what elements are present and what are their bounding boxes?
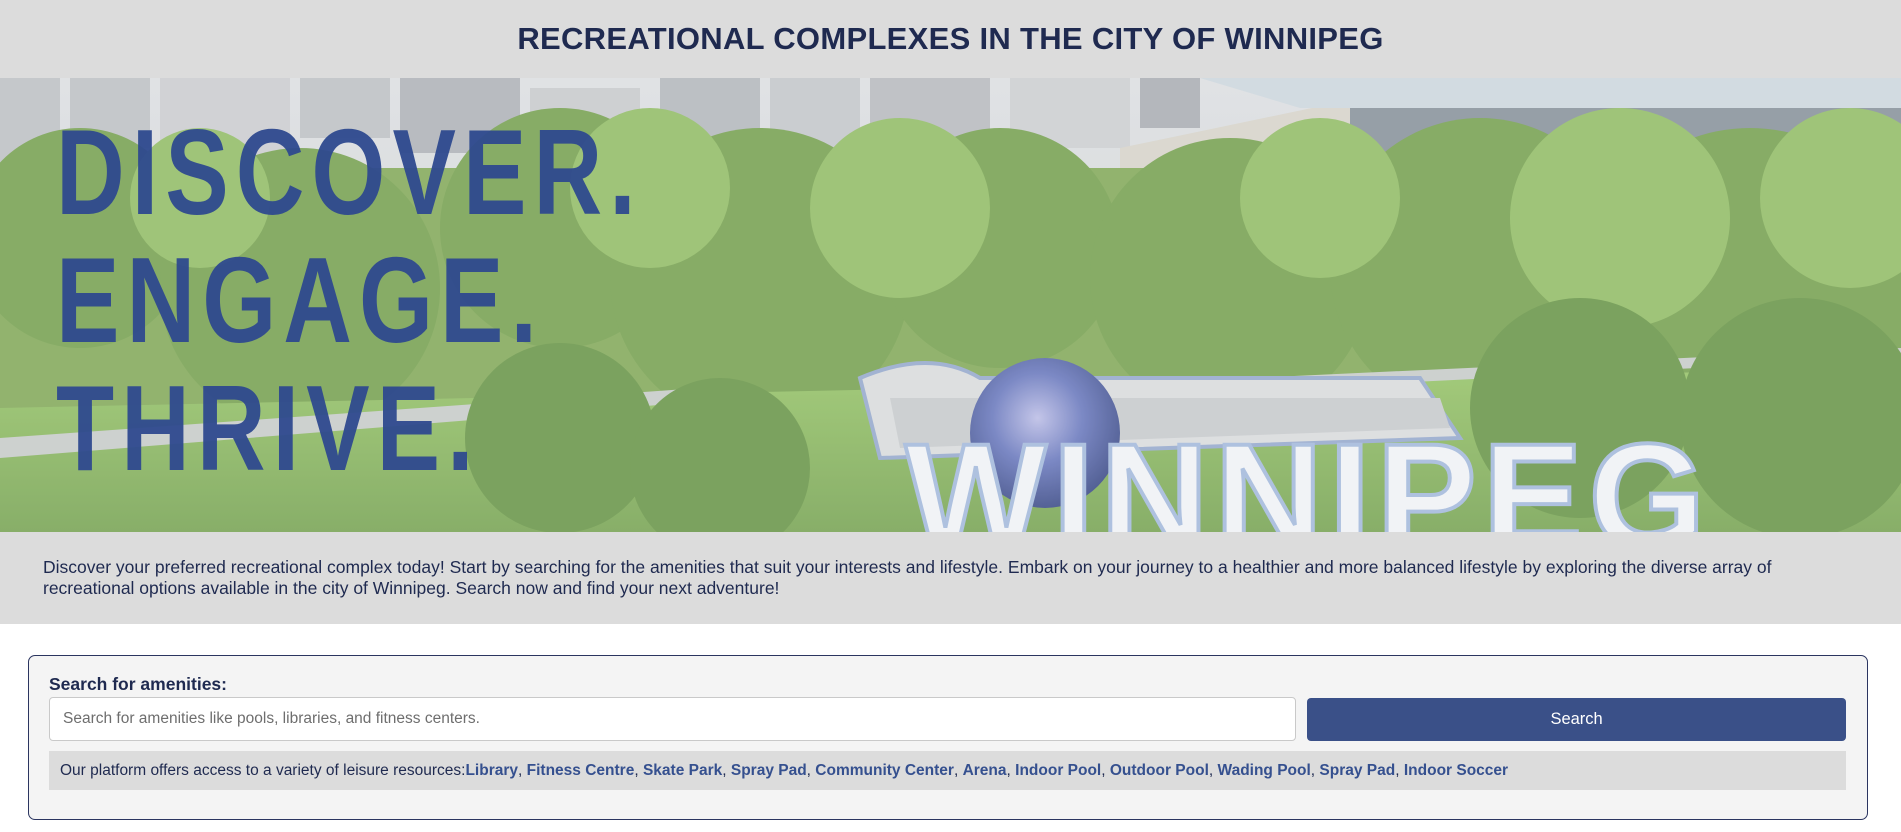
amenity-link-wading-pool[interactable]: Wading Pool — [1218, 762, 1311, 780]
amenity-link-indoor-soccer[interactable]: Indoor Soccer — [1404, 762, 1508, 780]
amenity-link-outdoor-pool[interactable]: Outdoor Pool — [1110, 762, 1209, 780]
intro-section: Discover your preferred recreational com… — [0, 532, 1901, 624]
amenity-link-community-center[interactable]: Community Center — [815, 762, 954, 780]
hero-slogan: DISCOVER. ENGAGE. THRIVE. — [56, 108, 808, 492]
page-title: RECREATIONAL COMPLEXES IN THE CITY OF WI… — [517, 21, 1384, 56]
amenity-link-spray-pad[interactable]: Spray Pad — [731, 762, 807, 780]
amenity-link-spray-pad-2[interactable]: Spray Pad — [1319, 762, 1395, 780]
amenity-separator: , — [1395, 761, 1404, 779]
amenity-separator: , — [1006, 761, 1016, 779]
slogan-line-discover: DISCOVER. — [56, 104, 643, 240]
amenity-separator: , — [1310, 761, 1320, 779]
amenity-link-fitness-centre[interactable]: Fitness Centre — [527, 762, 635, 780]
amenity-separator: , — [722, 761, 731, 779]
search-button[interactable]: Search — [1307, 697, 1846, 741]
amenity-separator: , — [1208, 761, 1218, 779]
intro-text: Discover your preferred recreational com… — [43, 557, 1772, 598]
search-label: Search for amenities: — [49, 674, 227, 694]
amenity-separator: , — [806, 761, 816, 779]
slogan-line-engage: ENGAGE. — [56, 232, 545, 368]
amenity-separator: , — [953, 761, 963, 779]
hero-banner: WINNIPEG DISCOVER. ENGAGE. THRIVE. — [0, 78, 1901, 532]
amenity-separator: , — [518, 761, 527, 779]
slogan-line-thrive: THRIVE. — [56, 360, 481, 496]
search-input[interactable] — [49, 697, 1297, 741]
page-header: RECREATIONAL COMPLEXES IN THE CITY OF WI… — [0, 0, 1901, 78]
amenity-link-skate-park[interactable]: Skate Park — [643, 762, 722, 780]
amenity-link-arena[interactable]: Arena — [963, 762, 1007, 780]
search-row: Search — [49, 697, 1846, 741]
amenity-link-indoor-pool[interactable]: Indoor Pool — [1015, 762, 1101, 780]
amenity-separator: , — [1101, 761, 1110, 779]
amenities-intro: Our platform offers access to a variety … — [60, 761, 466, 779]
amenity-link-library[interactable]: Library — [465, 762, 518, 780]
amenity-separator: , — [634, 761, 643, 779]
search-panel: Search for amenities: Search Our platfor… — [28, 655, 1868, 820]
amenities-bar: Our platform offers access to a variety … — [49, 751, 1846, 790]
